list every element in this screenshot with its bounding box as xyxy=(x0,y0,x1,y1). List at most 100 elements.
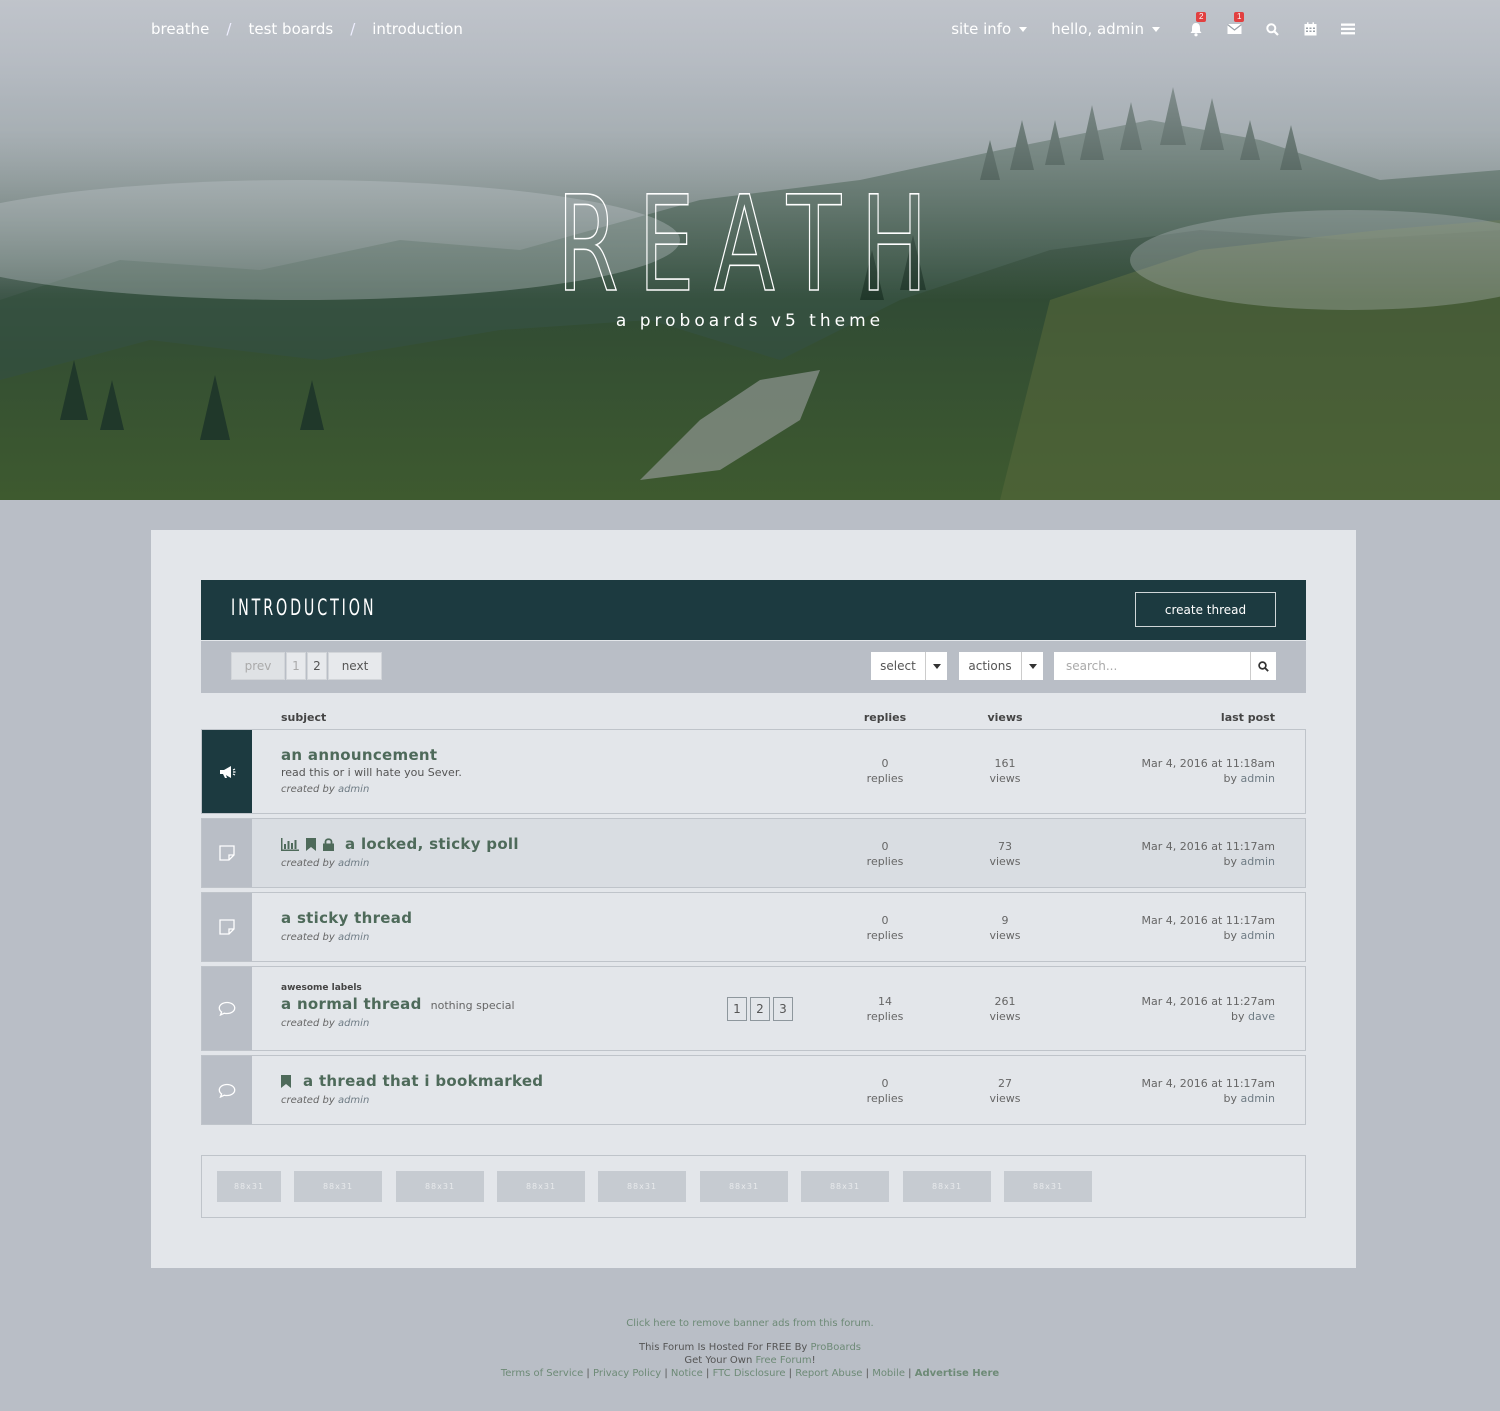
breadcrumb-board[interactable]: introduction xyxy=(372,20,463,38)
affiliate-banner-bar: 88x31 88x31 88x31 88x31 88x31 88x31 88x3… xyxy=(201,1155,1306,1218)
messages-button[interactable]: 1 xyxy=(1226,12,1245,37)
menu-button[interactable] xyxy=(1340,21,1356,37)
column-header-views[interactable]: views xyxy=(965,711,1045,724)
creator-link[interactable]: admin xyxy=(338,932,369,943)
privacy-link[interactable]: Privacy Policy xyxy=(593,1368,661,1379)
user-menu[interactable]: hello, admin xyxy=(1051,20,1160,38)
views-count: 9 views xyxy=(965,913,1045,943)
search-input[interactable]: search... xyxy=(1054,652,1250,680)
terms-link[interactable]: Terms of Service xyxy=(501,1368,583,1379)
affiliate-banner[interactable]: 88x31 xyxy=(801,1171,889,1202)
thread-page-3[interactable]: 3 xyxy=(773,997,793,1021)
create-thread-button[interactable]: create thread xyxy=(1135,592,1276,627)
page-2-button[interactable]: 2 xyxy=(307,652,327,680)
remove-ads-link[interactable]: Click here to remove banner ads from thi… xyxy=(0,1318,1500,1329)
free-forum-line: Get Your Own Free Forum! xyxy=(0,1355,1500,1366)
last-post-user[interactable]: dave xyxy=(1248,1010,1275,1023)
column-header-subject[interactable]: subject xyxy=(281,711,326,724)
thread-row[interactable]: awesome labels a normal thread nothing s… xyxy=(201,966,1306,1051)
page-footer: Click here to remove banner ads from thi… xyxy=(0,1318,1500,1381)
search-submit-button[interactable] xyxy=(1250,652,1276,680)
thread-page-2[interactable]: 2 xyxy=(750,997,770,1021)
affiliate-banner[interactable]: 88x31 xyxy=(903,1171,991,1202)
views-label: views xyxy=(989,772,1021,785)
affiliate-banner[interactable]: 88x31 xyxy=(598,1171,686,1202)
replies-value: 0 xyxy=(881,914,889,927)
thread-row[interactable]: a thread that i bookmarked created by ad… xyxy=(201,1055,1306,1125)
last-post-date[interactable]: Mar 4, 2016 at 11:17am xyxy=(1142,913,1275,928)
notice-link[interactable]: Notice xyxy=(671,1368,703,1379)
affiliate-banner[interactable]: 88x31 xyxy=(217,1171,281,1202)
calendar-button[interactable] xyxy=(1302,21,1318,37)
thread-status-cell xyxy=(202,1056,252,1124)
bookmark-icon xyxy=(306,837,316,851)
lock-icon xyxy=(323,837,334,851)
chevron-down-icon xyxy=(1021,652,1043,680)
last-post: Mar 4, 2016 at 11:27am by dave xyxy=(1142,994,1275,1024)
creator-prefix: created by xyxy=(281,1018,335,1029)
free-forum-link[interactable]: Free Forum xyxy=(755,1355,811,1366)
last-post-date[interactable]: Mar 4, 2016 at 11:17am xyxy=(1142,839,1275,854)
column-header-replies[interactable]: replies xyxy=(845,711,925,724)
affiliate-banner[interactable]: 88x31 xyxy=(1004,1171,1092,1202)
views-label: views xyxy=(989,1092,1021,1105)
last-post-date[interactable]: Mar 4, 2016 at 11:18am xyxy=(1142,756,1275,771)
thread-page-1[interactable]: 1 xyxy=(727,997,747,1021)
next-page-button[interactable]: next xyxy=(328,652,382,680)
views-value: 161 xyxy=(994,757,1016,770)
forum-logo: BREATHE xyxy=(0,185,1500,295)
last-post-user[interactable]: admin xyxy=(1241,855,1275,868)
last-post-date[interactable]: Mar 4, 2016 at 11:17am xyxy=(1142,1076,1275,1091)
notifications-button[interactable]: 2 xyxy=(1188,12,1207,37)
affiliate-banner[interactable]: 88x31 xyxy=(396,1171,484,1202)
proboards-link[interactable]: ProBoards xyxy=(811,1342,861,1353)
replies-count: 0 replies xyxy=(845,756,925,786)
breadcrumb-category[interactable]: test boards xyxy=(248,20,333,38)
views-value: 261 xyxy=(994,995,1016,1008)
mobile-link[interactable]: Mobile xyxy=(872,1368,905,1379)
creator-link[interactable]: admin xyxy=(338,1095,369,1106)
thread-subject: an announcement read this or i will hate… xyxy=(281,746,462,795)
replies-value: 0 xyxy=(881,840,889,853)
last-post-date[interactable]: Mar 4, 2016 at 11:27am xyxy=(1142,994,1275,1009)
thread-title-link[interactable]: a locked, sticky poll xyxy=(345,835,519,853)
thread-row[interactable]: a locked, sticky poll created by admin 0… xyxy=(201,818,1306,888)
thread-title-link[interactable]: a normal thread xyxy=(281,995,422,1013)
affiliate-banner[interactable]: 88x31 xyxy=(497,1171,585,1202)
actions-dropdown[interactable]: actions xyxy=(959,652,1043,680)
creator-link[interactable]: admin xyxy=(338,784,369,795)
last-post-user[interactable]: admin xyxy=(1241,1092,1275,1105)
thread-row[interactable]: a sticky thread created by admin 0 replie… xyxy=(201,892,1306,962)
breadcrumb-home[interactable]: breathe xyxy=(151,20,209,38)
replies-value: 0 xyxy=(881,757,889,770)
report-abuse-link[interactable]: Report Abuse xyxy=(795,1368,862,1379)
last-post-user[interactable]: admin xyxy=(1241,929,1275,942)
thread-creator: created by admin xyxy=(281,784,462,795)
affiliate-banner[interactable]: 88x31 xyxy=(700,1171,788,1202)
last-post-user[interactable]: admin xyxy=(1241,772,1275,785)
affiliate-banner[interactable]: 88x31 xyxy=(294,1171,382,1202)
creator-prefix: created by xyxy=(281,1095,335,1106)
ftc-link[interactable]: FTC Disclosure xyxy=(713,1368,786,1379)
thread-labels[interactable]: awesome labels xyxy=(281,983,515,993)
creator-link[interactable]: admin xyxy=(338,858,369,869)
search-button[interactable] xyxy=(1264,21,1280,37)
thread-title-link[interactable]: a sticky thread xyxy=(281,909,412,927)
select-dropdown[interactable]: select xyxy=(871,652,947,680)
thread-title-link[interactable]: an announcement xyxy=(281,746,462,764)
page-1-button[interactable]: 1 xyxy=(286,652,306,680)
board-title: INTRODUCTION xyxy=(231,596,377,621)
thread-status-cell xyxy=(202,893,252,961)
thread-description: nothing special xyxy=(430,999,515,1012)
advertise-link[interactable]: Advertise Here xyxy=(915,1368,999,1379)
column-header-last-post[interactable]: last post xyxy=(1221,711,1275,724)
select-dropdown-label: select xyxy=(880,659,916,673)
prev-page-button[interactable]: prev xyxy=(231,652,285,680)
views-count: 73 views xyxy=(965,839,1045,869)
site-info-menu[interactable]: site info xyxy=(951,20,1028,38)
creator-link[interactable]: admin xyxy=(338,1018,369,1029)
views-count: 161 views xyxy=(965,756,1045,786)
thread-title-link[interactable]: a thread that i bookmarked xyxy=(303,1072,543,1090)
views-count: 27 views xyxy=(965,1076,1045,1106)
thread-row[interactable]: an announcement read this or i will hate… xyxy=(201,729,1306,814)
